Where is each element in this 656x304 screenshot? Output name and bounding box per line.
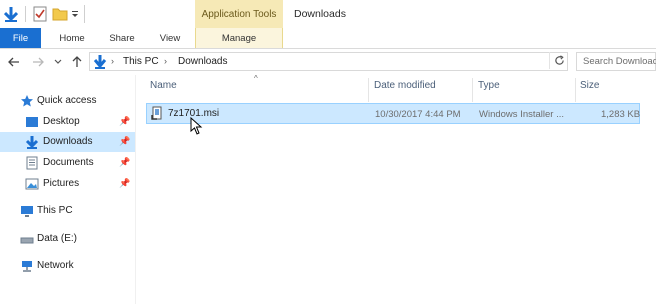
nav-quick-access[interactable]: Quick access <box>0 91 135 111</box>
nav-data-drive[interactable]: Data (E:) <box>0 229 135 249</box>
window-title: Downloads <box>294 8 346 20</box>
pin-icon[interactable]: 📌 <box>119 136 130 147</box>
pin-icon[interactable]: 📌 <box>119 157 130 168</box>
downloads-location-icon <box>93 54 107 73</box>
title-bar: Application Tools Downloads <box>0 0 656 28</box>
desktop-icon <box>25 115 39 129</box>
pane-divider[interactable] <box>135 75 136 304</box>
pictures-icon <box>25 177 39 191</box>
nav-downloads[interactable]: Downloads 📌 <box>0 132 135 152</box>
drive-icon <box>20 232 34 246</box>
msi-installer-icon <box>151 106 165 124</box>
breadcrumb-this-pc[interactable]: This PC <box>123 56 159 67</box>
nav-label: Desktop <box>43 116 80 127</box>
nav-label: Downloads <box>43 136 93 147</box>
column-divider[interactable] <box>368 78 369 102</box>
divider <box>84 5 85 23</box>
file-type: Windows Installer ... <box>479 109 564 120</box>
documents-icon <box>25 156 39 170</box>
navigation-pane: Quick access Desktop 📌 Downloads 📌 Docum… <box>0 75 135 304</box>
breadcrumb-chevron-icon[interactable]: › <box>111 56 114 66</box>
forward-arrow-icon[interactable] <box>30 54 46 70</box>
up-arrow-icon[interactable] <box>69 54 85 70</box>
nav-this-pc[interactable]: This PC <box>0 201 135 221</box>
downloads-icon <box>25 135 39 149</box>
context-tab-label: Application Tools <box>201 8 277 20</box>
address-row: › This PC › Downloads Search Downloads <box>0 49 656 75</box>
column-header-name[interactable]: Name <box>150 80 177 100</box>
sort-ascending-icon: ^ <box>254 74 258 83</box>
nav-label: Data (E:) <box>37 233 78 244</box>
file-date-modified: 10/30/2017 4:44 PM <box>375 109 461 120</box>
nav-label: Documents <box>43 157 94 168</box>
mouse-cursor-icon <box>190 117 203 135</box>
nav-label: Pictures <box>43 178 80 189</box>
nav-label: Network <box>37 260 74 271</box>
refresh-button[interactable] <box>549 52 568 69</box>
column-header-size[interactable]: Size <box>580 80 599 100</box>
nav-network[interactable]: Network <box>0 256 135 276</box>
network-icon <box>20 259 34 273</box>
refresh-icon <box>554 55 564 65</box>
file-size: 1,283 KB <box>601 109 641 120</box>
tab-home[interactable]: Home <box>50 28 94 48</box>
ribbon-tabs: File Home Share View Manage <box>0 28 656 49</box>
star-icon <box>20 94 34 108</box>
address-bar[interactable]: › This PC › Downloads <box>89 52 630 73</box>
tab-file[interactable]: File <box>0 28 41 48</box>
pin-icon[interactable]: 📌 <box>119 116 130 127</box>
nav-documents[interactable]: Documents 📌 <box>0 153 135 173</box>
breadcrumb-chevron-icon[interactable]: › <box>164 56 167 66</box>
recent-locations-chevron-icon[interactable] <box>50 54 66 70</box>
column-divider[interactable] <box>472 78 473 102</box>
back-arrow-icon[interactable] <box>6 54 22 70</box>
tab-view[interactable]: View <box>148 28 192 48</box>
breadcrumb-downloads[interactable]: Downloads <box>178 56 227 67</box>
properties-icon[interactable] <box>33 5 47 23</box>
column-header-type[interactable]: Type <box>478 80 500 100</box>
nav-pictures[interactable]: Pictures 📌 <box>0 174 135 194</box>
column-header-date-modified[interactable]: Date modified <box>374 80 436 100</box>
this-pc-icon <box>20 204 34 218</box>
new-folder-icon[interactable] <box>52 5 68 23</box>
nav-desktop[interactable]: Desktop 📌 <box>0 112 135 132</box>
download-arrow-icon <box>4 5 18 23</box>
file-row[interactable]: 7z1701.msi 10/30/2017 4:44 PM Windows In… <box>146 103 640 124</box>
tab-share[interactable]: Share <box>100 28 144 48</box>
application-tools-context-tab: Application Tools <box>195 0 283 28</box>
search-input[interactable]: Search Downloads <box>576 52 656 71</box>
search-placeholder: Search Downloads <box>583 56 656 67</box>
pin-icon[interactable]: 📌 <box>119 178 130 189</box>
tab-manage[interactable]: Manage <box>195 28 283 48</box>
customize-quick-access-icon[interactable] <box>71 5 79 23</box>
nav-label: This PC <box>37 205 73 216</box>
column-divider[interactable] <box>575 78 576 102</box>
divider <box>25 6 26 22</box>
nav-label: Quick access <box>37 95 97 106</box>
